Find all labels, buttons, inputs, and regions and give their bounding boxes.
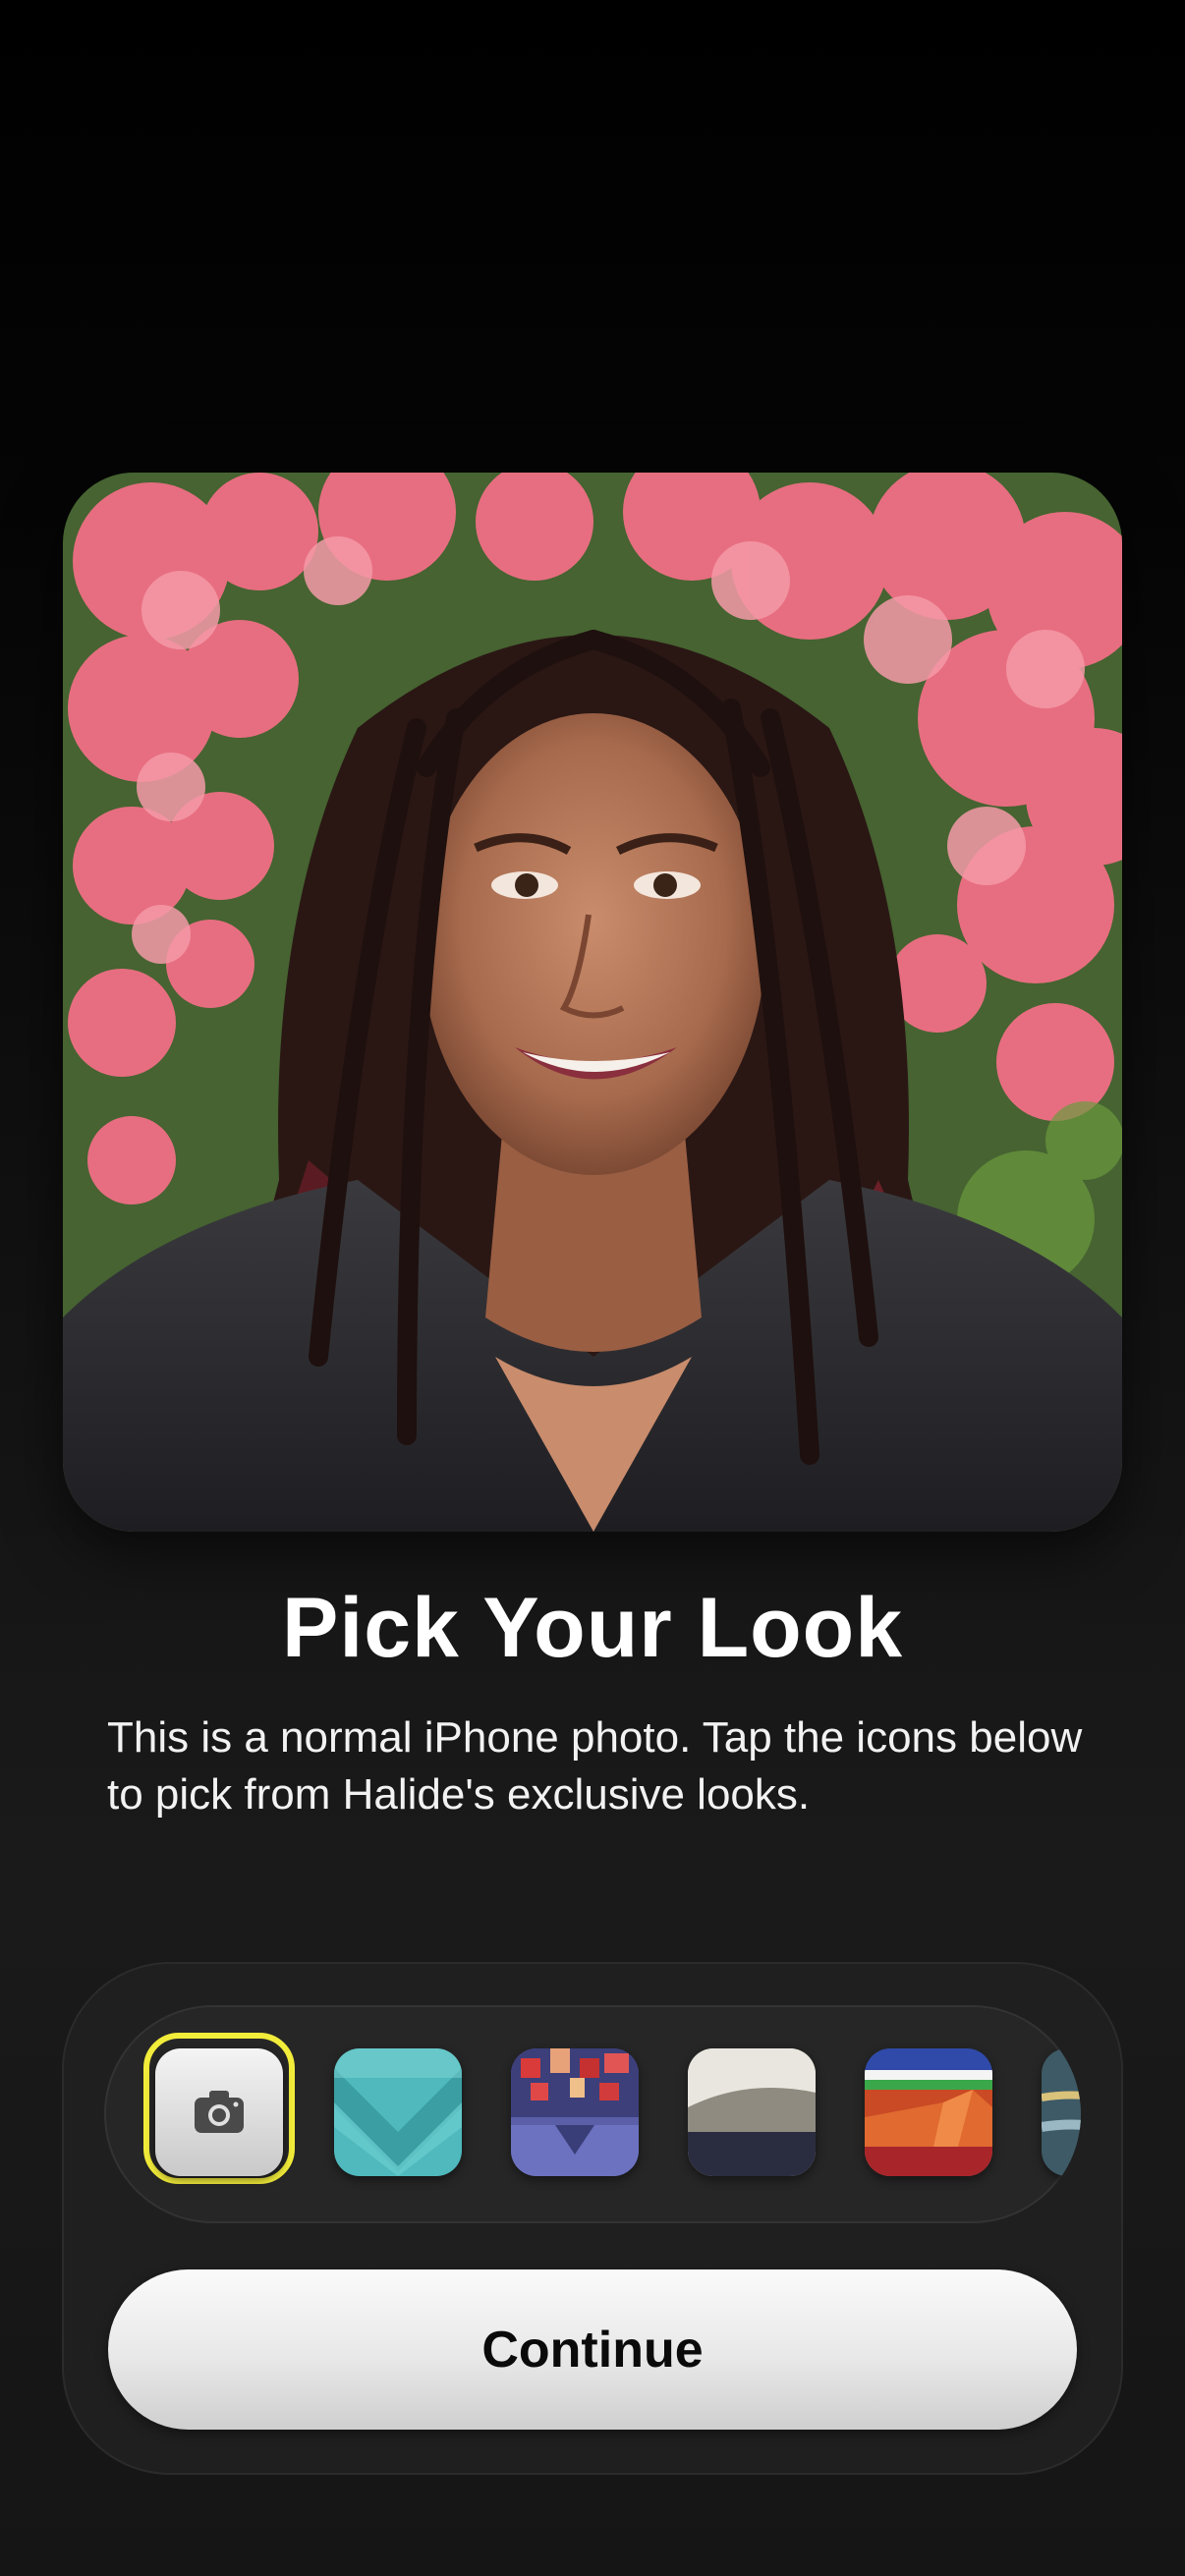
look-partial-button[interactable] xyxy=(1042,2048,1081,2176)
camera-icon xyxy=(195,2091,244,2133)
look-strip[interactable] xyxy=(104,2005,1081,2223)
onboarding-screen: Pick Your Look This is a normal iPhone p… xyxy=(0,0,1185,2576)
red-pixel-look-icon xyxy=(511,2048,639,2176)
look-pyramid-button[interactable] xyxy=(865,2048,992,2176)
look-normal-button[interactable] xyxy=(155,2048,283,2176)
partial-look-icon xyxy=(1042,2048,1081,2176)
look-pixel-button[interactable] xyxy=(511,2048,639,2176)
continue-button[interactable]: Continue xyxy=(108,2269,1077,2430)
page-description: This is a normal iPhone photo. Tap the i… xyxy=(107,1713,1083,1819)
page-title: Pick Your Look xyxy=(281,1581,904,1675)
silver-landscape-look-icon xyxy=(688,2048,816,2176)
look-silver-button[interactable] xyxy=(688,2048,816,2176)
look-teal-button[interactable] xyxy=(334,2048,462,2176)
orange-pyramid-look-icon xyxy=(865,2048,992,2176)
sample-photo xyxy=(63,473,1122,1532)
teal-chevron-look-icon xyxy=(334,2048,462,2176)
